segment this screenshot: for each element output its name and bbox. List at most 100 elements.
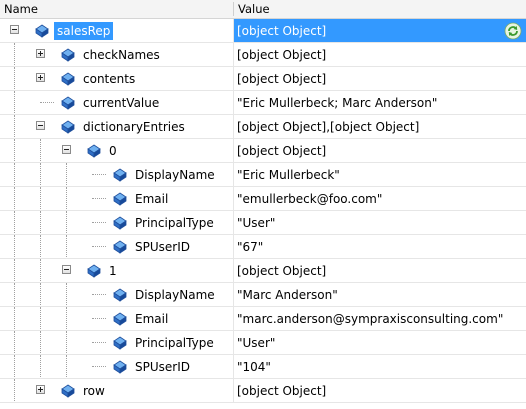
property-name: salesRep <box>54 22 114 40</box>
tree-guide <box>40 187 41 211</box>
refresh-icon[interactable] <box>504 22 522 40</box>
name-cell: PrincipalType <box>0 211 233 235</box>
tree-guide <box>14 307 15 331</box>
tree-row[interactable]: DisplayName "Eric Mullerbeck" <box>0 163 526 187</box>
property-icon <box>61 120 75 134</box>
name-cell: PrincipalType <box>0 331 233 355</box>
name-cell: checkNames <box>0 43 233 67</box>
tree-row[interactable]: dictionaryEntries [object Object],[object… <box>0 115 526 139</box>
property-value[interactable]: [object Object] <box>234 67 526 91</box>
tree-connector <box>92 198 106 199</box>
property-name: Email <box>135 192 169 206</box>
tree-row[interactable]: DisplayName "Marc Anderson" <box>0 283 526 307</box>
expand-icon[interactable] <box>36 49 45 58</box>
tree-guide <box>66 163 67 187</box>
name-cell: Email <box>0 307 233 331</box>
property-name: contents <box>83 72 136 86</box>
tree-row[interactable]: currentValue "Eric Mullerbeck; Marc Ander… <box>0 91 526 115</box>
tree-row[interactable]: Email "emullerbeck@foo.com" <box>0 187 526 211</box>
tree-guide <box>40 259 41 283</box>
property-icon <box>113 360 127 374</box>
collapse-icon[interactable] <box>10 25 19 34</box>
property-value[interactable]: "67" <box>234 235 526 259</box>
tree-row[interactable]: PrincipalType "User" <box>0 211 526 235</box>
property-value[interactable]: "User" <box>234 211 526 235</box>
tree-row[interactable]: PrincipalType "User" <box>0 331 526 355</box>
tree-row[interactable]: 0 [object Object] <box>0 139 526 163</box>
name-column-header[interactable]: Name <box>0 0 233 18</box>
property-value[interactable]: "Eric Mullerbeck; Marc Anderson" <box>234 91 526 115</box>
tree-row[interactable]: salesRep [object Object] <box>0 19 526 43</box>
tree-connector <box>92 294 106 295</box>
collapse-icon[interactable] <box>36 121 45 130</box>
tree-row[interactable]: SPUserID "104" <box>0 355 526 379</box>
property-name: checkNames <box>83 48 160 62</box>
tree-connector <box>92 246 106 247</box>
tree-row[interactable]: SPUserID "67" <box>0 235 526 259</box>
tree-guide <box>40 235 41 259</box>
property-icon <box>113 240 127 254</box>
tree-guide <box>66 307 67 331</box>
property-name: SPUserID <box>135 360 190 374</box>
property-name: 1 <box>109 264 117 278</box>
tree-guide <box>40 139 41 163</box>
name-cell: dictionaryEntries <box>0 115 233 139</box>
tree-row[interactable]: checkNames [object Object] <box>0 43 526 67</box>
name-cell: 1 <box>0 259 233 283</box>
tree-guide <box>66 283 67 307</box>
tree-guide <box>14 43 15 67</box>
tree-guide <box>14 355 15 379</box>
value-column-header[interactable]: Value <box>234 0 526 18</box>
property-value[interactable]: "emullerbeck@foo.com" <box>234 187 526 211</box>
tree-row[interactable]: contents [object Object] <box>0 67 526 91</box>
collapse-icon[interactable] <box>62 145 71 154</box>
expand-icon[interactable] <box>36 385 45 394</box>
tree-connector <box>92 342 106 343</box>
property-icon <box>113 168 127 182</box>
tree-connector <box>40 102 54 103</box>
tree-row[interactable]: row [object Object] <box>0 379 526 403</box>
tree-guide <box>14 115 15 139</box>
property-icon <box>35 24 49 38</box>
property-icon <box>113 216 127 230</box>
collapse-icon[interactable] <box>62 265 71 274</box>
tree-guide <box>40 355 41 379</box>
property-value[interactable]: "Eric Mullerbeck" <box>234 163 526 187</box>
tree-connector <box>92 318 106 319</box>
column-header: Name Value <box>0 0 526 19</box>
property-value[interactable]: [object Object],[object Object] <box>234 115 526 139</box>
property-name: Email <box>135 312 169 326</box>
tree-guide <box>40 331 41 355</box>
property-name: dictionaryEntries <box>83 120 185 134</box>
tree-guide <box>40 211 41 235</box>
tree-row[interactable]: Email "marc.anderson@sympraxisconsulting.… <box>0 307 526 331</box>
property-value[interactable]: "User" <box>234 331 526 355</box>
property-icon <box>113 288 127 302</box>
tree-guide <box>14 91 15 115</box>
property-name: currentValue <box>83 96 160 110</box>
property-icon <box>61 48 75 62</box>
tree-guide <box>40 163 41 187</box>
property-icon <box>61 384 75 398</box>
tree-guide <box>66 235 67 259</box>
property-value[interactable]: "Marc Anderson" <box>234 283 526 307</box>
tree-row[interactable]: 1 [object Object] <box>0 259 526 283</box>
property-icon <box>87 144 101 158</box>
property-value[interactable]: "104" <box>234 355 526 379</box>
property-icon <box>113 312 127 326</box>
property-value[interactable]: "marc.anderson@sympraxisconsulting.com" <box>234 307 526 331</box>
property-value[interactable]: [object Object] <box>234 259 526 283</box>
property-name: PrincipalType <box>135 216 214 230</box>
property-value[interactable]: [object Object] <box>234 379 526 403</box>
tree-guide <box>14 259 15 283</box>
expand-icon[interactable] <box>36 73 45 82</box>
property-value[interactable]: [object Object] <box>234 19 526 43</box>
property-value[interactable]: [object Object] <box>234 43 526 67</box>
tree-guide <box>14 283 15 307</box>
tree-guide <box>66 331 67 355</box>
property-icon <box>87 264 101 278</box>
name-cell: contents <box>0 67 233 91</box>
tree-guide <box>14 187 15 211</box>
property-value[interactable]: [object Object] <box>234 139 526 163</box>
name-cell: currentValue <box>0 91 233 115</box>
